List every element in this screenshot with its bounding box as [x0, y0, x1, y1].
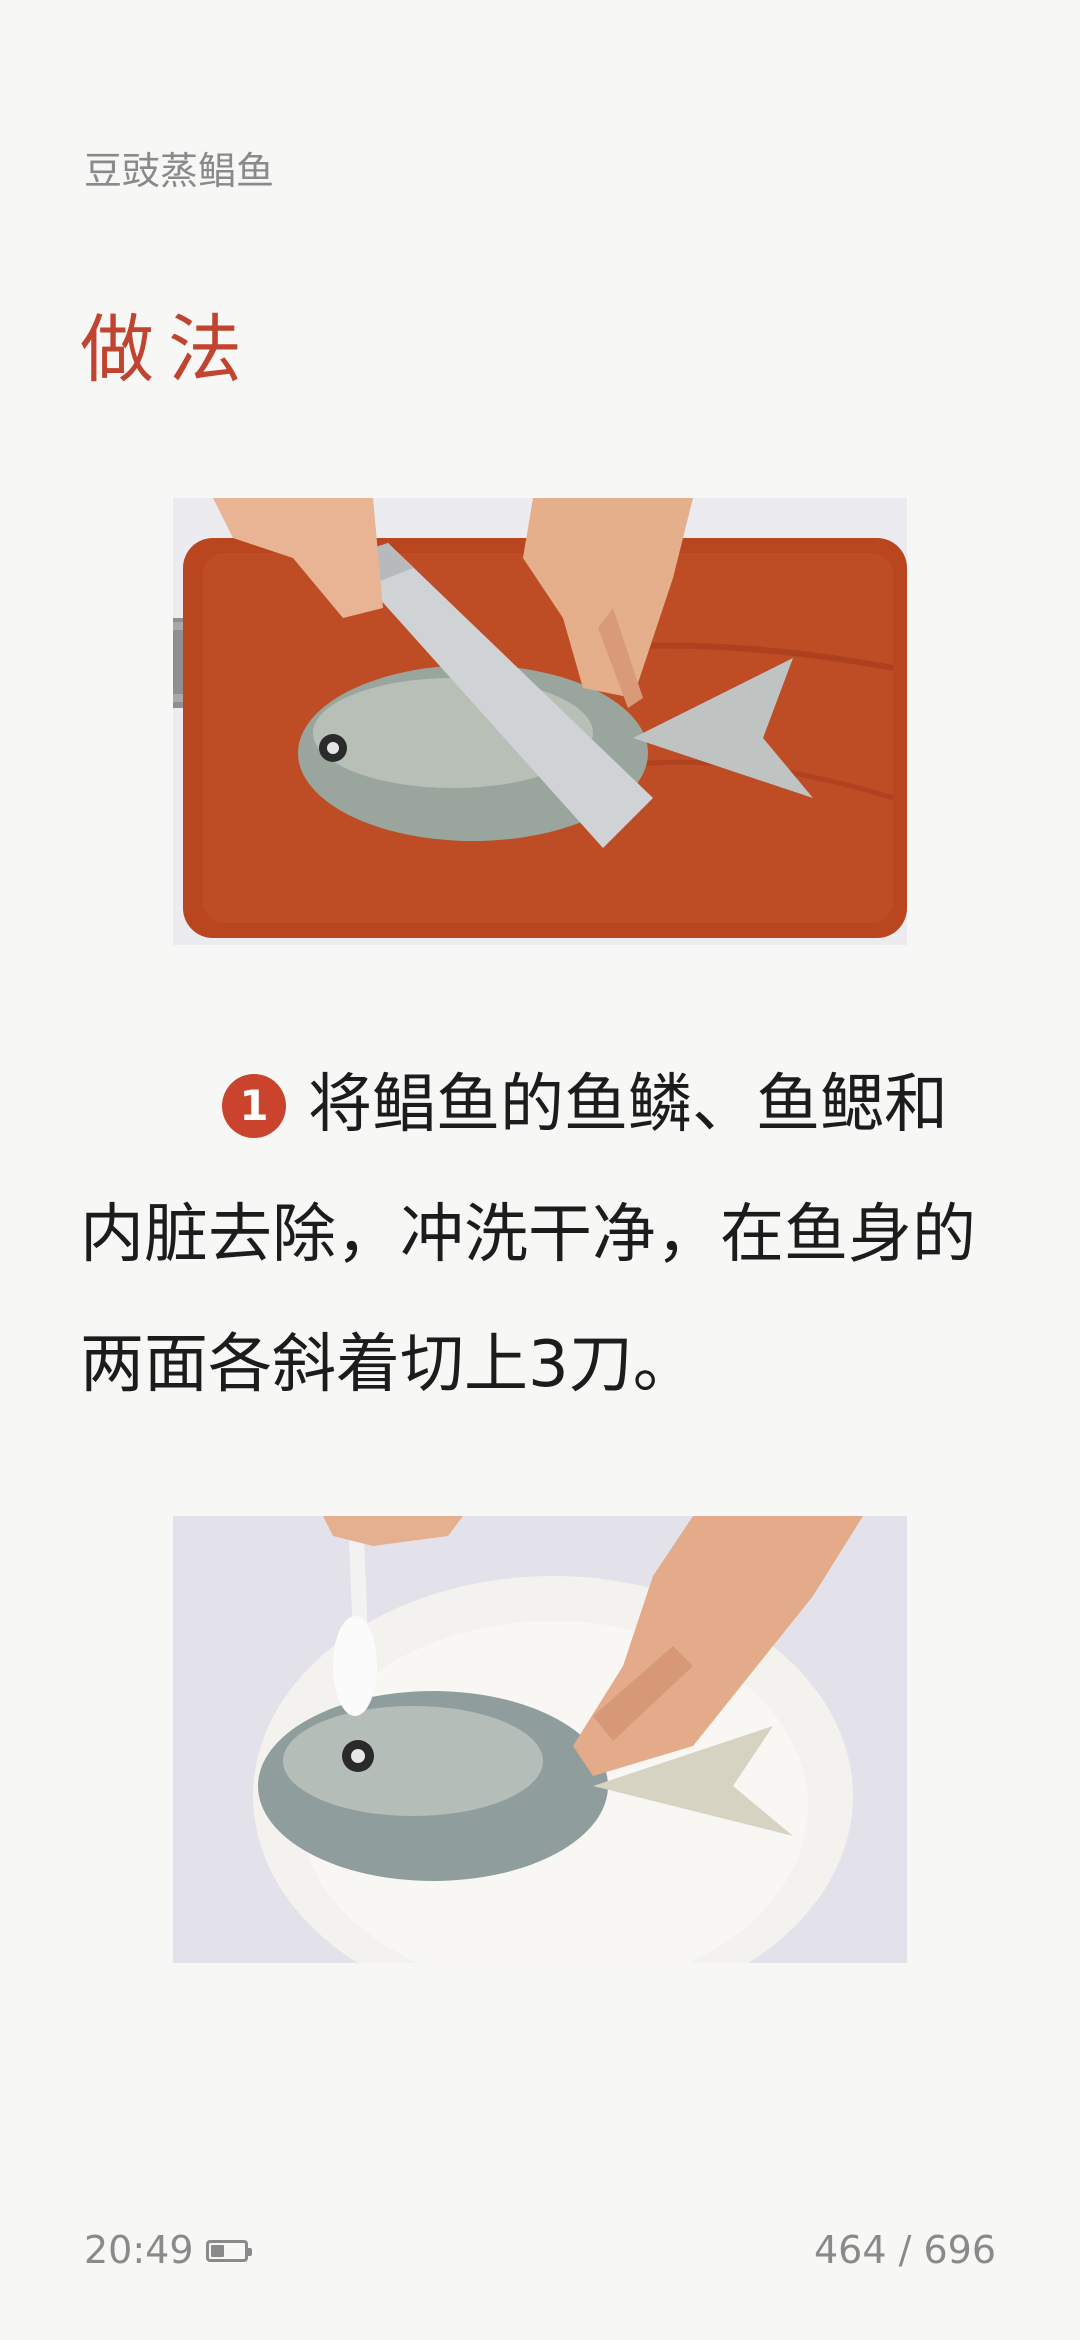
book-title: 豆豉蒸鲳鱼: [84, 149, 275, 193]
step-instruction-text: 将鲳鱼的鱼鳞、鱼鳃和内脏去除，冲洗干净，在鱼身的两面各斜着切上3刀。: [80, 1068, 976, 1402]
step-number-badge: 1: [222, 1074, 286, 1138]
battery-level-fill: [211, 2245, 224, 2257]
page-indicator: 464 / 696: [813, 2228, 996, 2272]
battery-icon: [206, 2240, 252, 2262]
step-photo-cutting-board: [173, 498, 907, 945]
step-photo-salting-fish: [173, 1516, 907, 1963]
status-time: 20:49: [84, 2228, 194, 2272]
step-instruction: 1 将鲳鱼的鱼鳞、鱼鳃和内脏去除，冲洗干净，在鱼身的两面各斜着切上3刀。: [80, 1040, 1000, 1430]
section-heading: 做法: [80, 307, 256, 393]
